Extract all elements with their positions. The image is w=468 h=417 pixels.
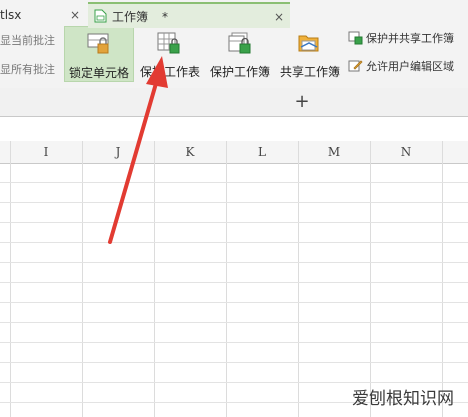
protect-sheet-button[interactable]: 保护工作表 <box>137 26 203 82</box>
show-all-comments-button[interactable]: 显所有批注 <box>0 61 55 77</box>
allow-edit-label: 允许用户编辑区域 <box>366 60 454 73</box>
tab-label: 工作簿 <box>112 10 149 24</box>
close-icon[interactable]: × <box>274 4 284 30</box>
column-header-row: I J K L M N <box>0 141 468 164</box>
grid-line <box>0 382 468 383</box>
document-tab-bar <box>0 88 468 117</box>
protect-workbook-button[interactable]: 保护工作簿 <box>206 26 274 82</box>
grid-line <box>0 182 468 183</box>
grid-line <box>0 322 468 323</box>
edit-ranges-icon <box>348 60 363 72</box>
grid-line <box>0 242 468 243</box>
tab-label: tlsx <box>0 8 22 22</box>
column-header-l[interactable]: L <box>226 141 298 163</box>
protect-sheet-label: 保护工作表 <box>139 65 200 79</box>
close-icon[interactable]: × <box>70 2 80 28</box>
grid-line <box>0 362 468 363</box>
protect-sheet-icon <box>157 32 180 54</box>
protect-share-icon <box>348 31 363 45</box>
grid-line <box>0 302 468 303</box>
new-tab-button[interactable]: + <box>292 88 312 116</box>
column-header-k[interactable]: K <box>154 141 226 163</box>
protect-workbook-icon <box>228 32 251 54</box>
protect-share-label: 保护并共享工作簿 <box>366 32 454 45</box>
grid-line <box>0 262 468 263</box>
grid-line <box>0 282 468 283</box>
lock-cell-icon <box>87 33 109 54</box>
share-workbook-label: 共享工作簿 <box>279 65 340 79</box>
formula-bar[interactable] <box>0 117 468 142</box>
protect-workbook-label: 保护工作簿 <box>209 65 270 79</box>
show-current-comment-button[interactable]: 显当前批注 <box>0 32 55 48</box>
lock-cell-button[interactable]: 锁定单元格 <box>64 26 134 82</box>
share-workbook-icon <box>298 35 319 52</box>
watermark-text: 爱刨根知识网 <box>352 389 454 409</box>
lock-cell-label: 锁定单元格 <box>68 66 129 80</box>
column-header-n[interactable]: N <box>370 141 442 163</box>
grid-line <box>0 222 468 223</box>
column-header-j[interactable]: J <box>82 141 154 163</box>
column-header-i[interactable]: I <box>10 141 82 163</box>
tab-modified-marker: * <box>162 10 168 24</box>
column-header-m[interactable]: M <box>298 141 370 163</box>
grid-line <box>0 342 468 343</box>
tab-workbook-xlsx[interactable]: tlsx × <box>0 2 88 28</box>
tab-workbook-active[interactable]: 工作簿 * × <box>88 2 290 28</box>
grid-line <box>0 202 468 203</box>
cell-grid[interactable] <box>0 141 468 417</box>
spreadsheet-file-icon <box>94 9 107 23</box>
share-workbook-button[interactable]: 共享工作簿 <box>277 26 343 82</box>
